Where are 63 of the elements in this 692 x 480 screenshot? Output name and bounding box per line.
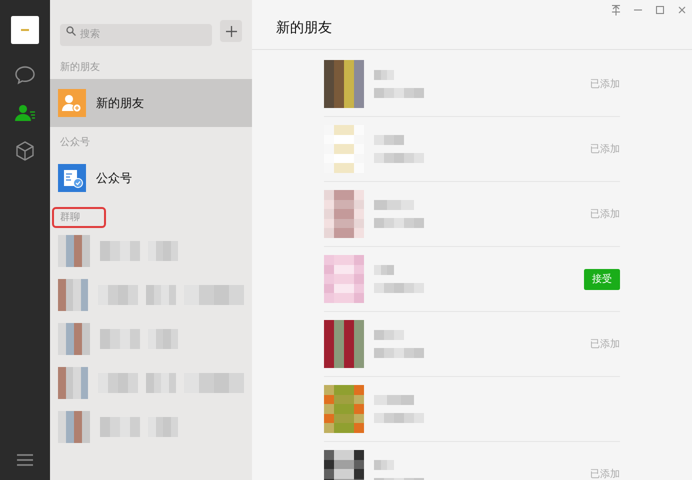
search-field[interactable]: 搜索 xyxy=(60,24,212,46)
status-label: 已添加 xyxy=(590,208,620,222)
redacted-name xyxy=(148,417,178,437)
search-icon xyxy=(66,26,76,36)
section-label: 群聊 xyxy=(54,209,104,226)
add-friend-icon xyxy=(58,89,86,117)
close-icon[interactable] xyxy=(676,4,688,16)
redacted-name xyxy=(148,241,178,261)
redacted-message xyxy=(374,348,424,358)
redacted-name xyxy=(374,70,394,80)
redacted-name xyxy=(374,330,404,340)
redacted-name xyxy=(374,135,404,145)
avatar-placeholder xyxy=(58,235,90,267)
redacted-name xyxy=(374,265,394,275)
chat-icon[interactable] xyxy=(14,64,36,86)
redacted-name xyxy=(184,373,244,393)
redacted-name xyxy=(374,395,414,405)
redacted-name xyxy=(184,285,244,305)
redacted-name xyxy=(100,417,140,437)
redacted-message xyxy=(374,413,424,423)
status-label: 已添加 xyxy=(590,338,620,352)
avatar-placeholder xyxy=(324,60,364,108)
redacted-name xyxy=(148,329,178,349)
redacted-message xyxy=(374,153,424,163)
contact-item[interactable]: 公众号 xyxy=(50,154,252,202)
redacted-name xyxy=(98,285,138,305)
redacted-name xyxy=(146,285,176,305)
official-account-icon xyxy=(58,164,86,192)
profile-avatar[interactable] xyxy=(11,16,39,44)
redacted-name xyxy=(100,329,140,349)
redacted-message xyxy=(374,218,424,228)
avatar-placeholder xyxy=(324,190,364,238)
avatar-placeholder xyxy=(324,385,364,433)
contact-name: 新的朋友 xyxy=(96,95,144,112)
pin-icon[interactable] xyxy=(610,4,622,16)
status-label: 已添加 xyxy=(590,468,620,480)
contacts-icon[interactable] xyxy=(14,102,36,124)
redacted-name xyxy=(374,200,414,210)
redacted-message xyxy=(374,283,424,293)
page-title: 新的朋友 xyxy=(276,19,332,38)
maximize-icon[interactable] xyxy=(654,4,666,16)
avatar-placeholder xyxy=(58,367,88,399)
avatar-placeholder xyxy=(324,125,364,173)
redacted-name xyxy=(146,373,176,393)
redacted-name xyxy=(100,241,140,261)
contact-name: 公众号 xyxy=(96,170,132,187)
status-label: 已添加 xyxy=(590,142,620,156)
plus-icon xyxy=(226,26,236,36)
contact-item[interactable]: 新的朋友 xyxy=(50,79,252,127)
avatar-placeholder xyxy=(58,279,88,311)
avatar-placeholder xyxy=(58,323,90,355)
section-label: 公众号 xyxy=(60,137,90,148)
redacted-name xyxy=(98,373,138,393)
cube-icon[interactable] xyxy=(14,140,36,162)
status-label: 已添加 xyxy=(590,78,620,92)
redacted-name xyxy=(374,460,394,470)
section-label: 新的朋友 xyxy=(60,62,100,73)
avatar-placeholder xyxy=(324,320,364,368)
avatar-placeholder xyxy=(324,255,364,303)
menu-icon[interactable] xyxy=(17,454,33,466)
add-button[interactable] xyxy=(220,20,242,42)
avatar-placeholder xyxy=(58,411,90,443)
redacted-message xyxy=(374,88,424,98)
